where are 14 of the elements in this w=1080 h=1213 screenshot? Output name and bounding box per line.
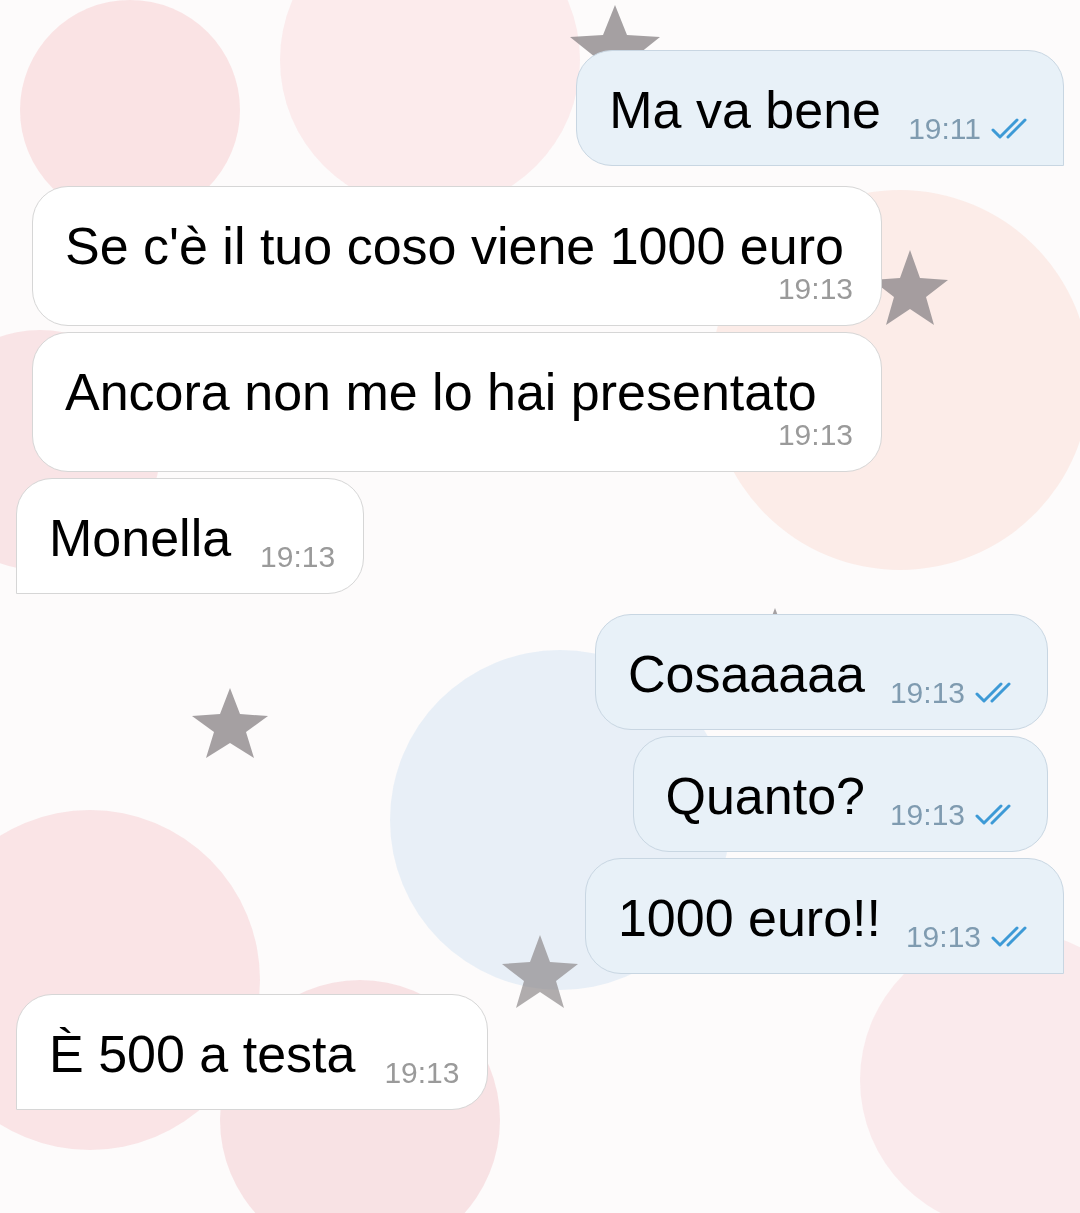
message-time: 19:13 — [260, 539, 336, 575]
message-time: 19:13 — [905, 919, 981, 955]
message-time: 19:11 — [908, 111, 981, 147]
message-text: Quanto? — [665, 767, 865, 825]
message-text: Cosaaaaa — [627, 645, 865, 703]
message-time: 19:13 — [384, 1055, 460, 1091]
message-text: 1000 euro!! — [617, 889, 881, 947]
message-text: Ancora non me lo hai presentato — [65, 363, 817, 421]
message-text: È 500 a testa — [49, 1025, 356, 1083]
message-text: Monella — [49, 509, 232, 567]
message-time: 19:13 — [889, 675, 965, 711]
message-time: 19:13 — [889, 797, 965, 833]
message-text: Ma va bene — [609, 81, 881, 139]
message-time: 19:13 — [777, 418, 853, 453]
